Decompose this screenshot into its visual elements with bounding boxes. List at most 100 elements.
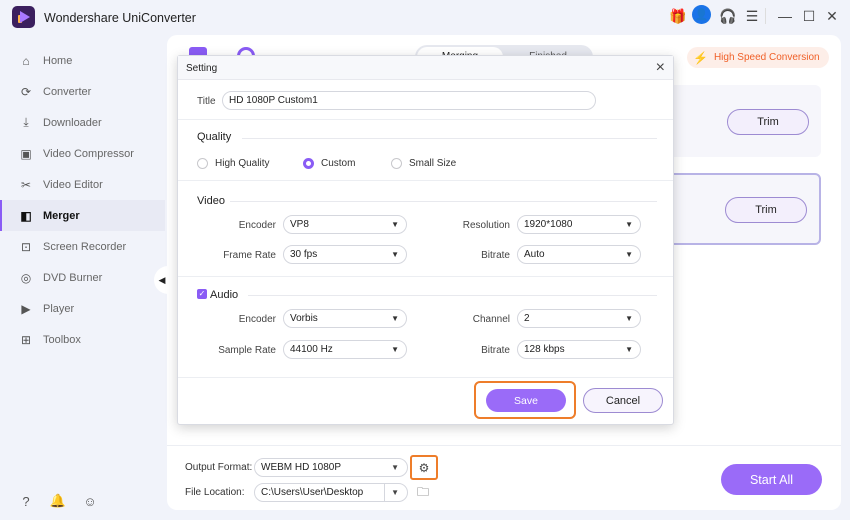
sidebar-item-label: Home (43, 54, 73, 67)
sidebar-item-toolbox[interactable]: ⊞ Toolbox (0, 324, 165, 355)
video-heading: Video (197, 195, 225, 207)
sidebar: ⌂ Home ⟳ Converter ⤓ Downloader ▣ Video Comp… (0, 45, 165, 355)
chevron-down-icon: ▼ (391, 250, 399, 259)
sidebar-item-merger[interactable]: ◧ Merger (0, 200, 165, 231)
title-label: Title (197, 96, 216, 107)
maximize-icon[interactable]: ☐ (799, 6, 819, 26)
sidebar-item-label: Screen Recorder (43, 240, 127, 253)
video-bitrate-select[interactable]: Auto ▼ (517, 245, 641, 264)
chevron-down-icon: ▼ (625, 220, 633, 229)
video-encoder-label: Encoder (238, 220, 276, 231)
chevron-down-icon: ▼ (625, 250, 633, 259)
quality-heading: Quality (197, 131, 232, 143)
audio-encoder-select[interactable]: Vorbis ▼ (283, 309, 407, 328)
video-bitrate-label: Bitrate (481, 250, 510, 261)
feedback-icon[interactable]: ☺ (82, 493, 98, 509)
resolution-select[interactable]: 1920*1080 ▼ (517, 215, 641, 234)
select-value: VP8 (290, 219, 309, 230)
compressor-icon: ▣ (20, 146, 32, 161)
chevron-down-icon: ▼ (391, 220, 399, 229)
channel-label: Channel (472, 314, 510, 325)
help-icon[interactable]: ? (18, 493, 34, 509)
save-highlight: Save (474, 381, 576, 419)
divider (178, 377, 673, 378)
title-bar: Wondershare UniConverter 🎁 👤 🎧 ☰ — ☐ ✕ (0, 0, 850, 36)
radio-small-size[interactable]: Small Size (391, 158, 456, 169)
select-value: Auto (524, 249, 545, 260)
converter-icon: ⟳ (20, 84, 32, 99)
dialog-header: Setting × (178, 56, 673, 80)
audio-heading: Audio (210, 289, 239, 301)
sidebar-item-label: Downloader (43, 116, 102, 129)
sidebar-bottom-icons: ? 🔔 ☺ (18, 493, 98, 509)
screen-recorder-icon: ⊡ (20, 239, 32, 254)
app-logo (12, 6, 35, 28)
section-line (230, 201, 657, 202)
audio-encoder-label: Encoder (238, 314, 276, 325)
radio-indicator (197, 158, 208, 169)
chevron-down-icon: ▼ (625, 345, 633, 354)
title-separator (765, 8, 766, 24)
scissors-icon: ✂ (20, 177, 32, 192)
select-value: 30 fps (290, 249, 318, 260)
dvd-icon: ◎ (20, 270, 32, 285)
cancel-button[interactable]: Cancel (583, 388, 663, 413)
sidebar-item-label: Video Editor (43, 178, 103, 191)
section-line (248, 295, 657, 296)
chevron-down-icon: ▼ (625, 314, 633, 323)
sidebar-item-label: Converter (43, 85, 92, 98)
user-icon[interactable]: 👤 (692, 5, 711, 24)
title-input[interactable]: HD 1080P Custom1 (222, 91, 596, 110)
gift-icon[interactable]: 🎁 (668, 6, 688, 26)
radio-label: Custom (321, 158, 356, 169)
sidebar-item-label: Merger (43, 209, 80, 222)
resolution-label: Resolution (462, 220, 510, 231)
save-button[interactable]: Save (486, 389, 566, 412)
sidebar-item-label: Player (43, 302, 75, 315)
frame-rate-label: Frame Rate (223, 250, 276, 261)
radio-label: Small Size (409, 158, 457, 169)
sidebar-item-converter[interactable]: ⟳ Converter (0, 76, 165, 107)
divider (178, 119, 673, 120)
minimize-icon[interactable]: — (775, 6, 795, 26)
channel-select[interactable]: 2 ▼ (517, 309, 641, 328)
dialog-title: Setting (186, 63, 218, 74)
sidebar-item-video-compressor[interactable]: ▣ Video Compressor (0, 138, 165, 169)
sidebar-item-home[interactable]: ⌂ Home (0, 45, 165, 76)
merger-icon: ◧ (20, 208, 32, 223)
select-value: 1920*1080 (524, 219, 573, 230)
radio-indicator (391, 158, 402, 169)
bell-icon[interactable]: 🔔 (50, 493, 66, 509)
audio-bitrate-label: Bitrate (481, 345, 510, 356)
sidebar-item-screen-recorder[interactable]: ⊡ Screen Recorder (0, 231, 165, 262)
radio-custom[interactable]: Custom (303, 158, 355, 169)
close-icon[interactable]: × (656, 59, 665, 77)
sidebar-item-label: Video Compressor (43, 147, 134, 160)
sidebar-item-player[interactable]: ▶ Player (0, 293, 165, 324)
select-value: 44100 Hz (290, 344, 333, 355)
select-value: 2 (524, 313, 530, 324)
chevron-down-icon: ▼ (391, 314, 399, 323)
sample-rate-select[interactable]: 44100 Hz ▼ (283, 340, 407, 359)
audio-checkbox[interactable]: ✓ (197, 289, 207, 299)
select-value: 128 kbps (524, 344, 565, 355)
select-value: Vorbis (290, 313, 318, 324)
sidebar-item-video-editor[interactable]: ✂ Video Editor (0, 169, 165, 200)
divider (178, 180, 673, 181)
audio-bitrate-select[interactable]: 128 kbps ▼ (517, 340, 641, 359)
frame-rate-select[interactable]: 30 fps ▼ (283, 245, 407, 264)
sidebar-item-dvd-burner[interactable]: ◎ DVD Burner (0, 262, 165, 293)
radio-high-quality[interactable]: High Quality (197, 158, 269, 169)
player-icon: ▶ (21, 301, 31, 316)
home-icon: ⌂ (22, 53, 30, 68)
sample-rate-label: Sample Rate (218, 345, 276, 356)
menu-icon[interactable]: ☰ (742, 6, 762, 26)
headset-icon[interactable]: 🎧 (718, 6, 738, 26)
downloader-icon: ⤓ (23, 115, 29, 129)
toolbox-icon: ⊞ (20, 332, 32, 347)
close-icon[interactable]: ✕ (822, 6, 842, 26)
sidebar-item-downloader[interactable]: ⤓ Downloader (0, 107, 165, 138)
app-title: Wondershare UniConverter (44, 11, 196, 25)
video-encoder-select[interactable]: VP8 ▼ (283, 215, 407, 234)
section-line (242, 138, 657, 139)
